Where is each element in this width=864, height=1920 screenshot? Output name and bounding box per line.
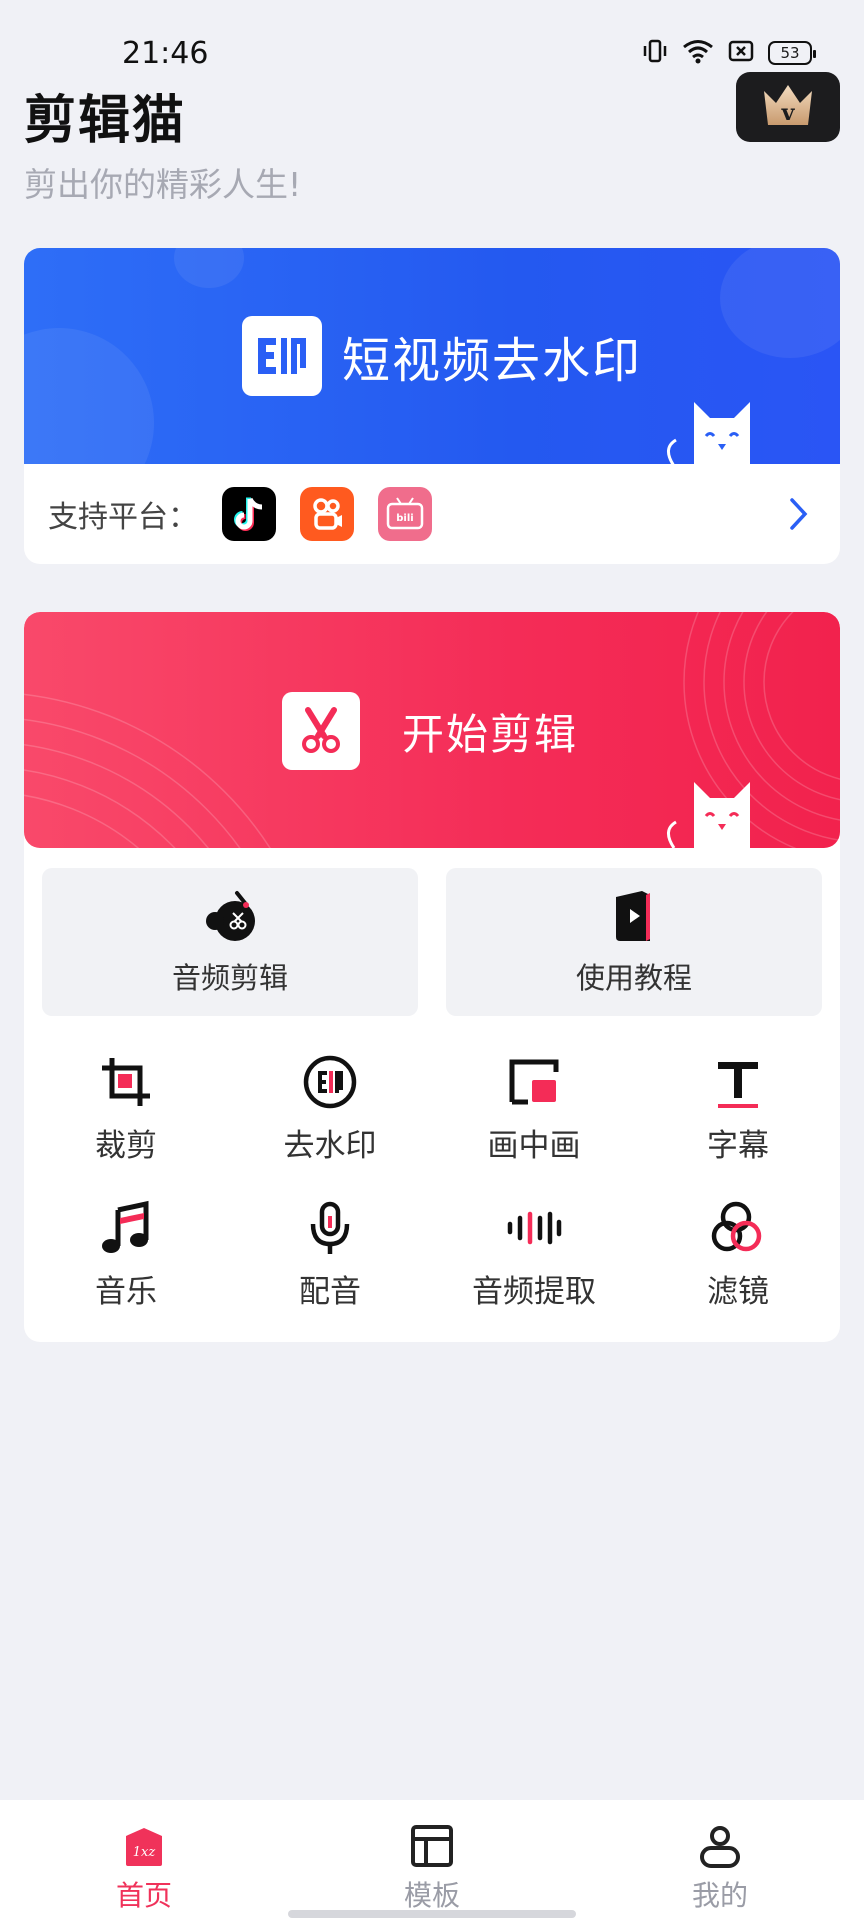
tool-label: 画中画 xyxy=(487,1128,581,1164)
nav-item-home[interactable]: 1xz 首页 xyxy=(0,1800,288,1920)
nav-label: 模板 xyxy=(403,1879,460,1912)
svg-text:v: v xyxy=(781,100,796,126)
tool-crop[interactable]: 裁剪 xyxy=(24,1052,228,1174)
cat-mascot-icon xyxy=(654,396,764,464)
tool-audio-extract[interactable]: 音频提取 xyxy=(432,1198,636,1320)
tutorial-tile[interactable]: 使用教程 xyxy=(446,868,822,1016)
watermark-removal-card[interactable]: 短视频去水印 支持平台： bili xyxy=(24,248,840,564)
svg-text:bili: bili xyxy=(396,513,413,524)
tutorial-book-icon xyxy=(610,887,658,949)
kuaishou-icon xyxy=(300,487,354,541)
home-icon: 1xz xyxy=(120,1824,168,1872)
tool-label: 音频提取 xyxy=(472,1274,596,1310)
tool-voiceover[interactable]: 配音 xyxy=(228,1198,432,1320)
vibrate-icon xyxy=(642,38,668,68)
nav-item-template[interactable]: 模板 xyxy=(288,1800,576,1920)
microphone-icon xyxy=(300,1198,360,1258)
home-indicator xyxy=(288,1910,576,1918)
nav-label: 首页 xyxy=(115,1879,172,1912)
edit-card: 开始剪辑 音频剪辑 使用教程 裁剪 去水印 画中画 字幕 音乐 配音 音频提取 … xyxy=(24,612,840,1342)
cat-mascot-icon xyxy=(654,776,764,848)
svg-text:1xz: 1xz xyxy=(133,1845,156,1860)
tool-subtitle[interactable]: 字幕 xyxy=(636,1052,840,1174)
tool-label: 裁剪 xyxy=(95,1128,157,1164)
supported-platforms-label: 支持平台： xyxy=(48,500,198,535)
audio-edit-tile[interactable]: 音频剪辑 xyxy=(42,868,418,1016)
music-note-icon xyxy=(96,1198,156,1258)
no-sim-icon xyxy=(728,39,754,67)
supported-platforms-row[interactable]: 支持平台： bili xyxy=(24,464,840,564)
app-subtitle: 剪出你的精彩人生! xyxy=(24,165,302,204)
nav-item-profile[interactable]: 我的 xyxy=(576,1800,864,1920)
watermark-banner[interactable]: 短视频去水印 xyxy=(24,248,840,464)
start-edit-banner[interactable]: 开始剪辑 xyxy=(24,612,840,848)
audio-cut-icon xyxy=(201,887,259,949)
bottom-nav: 1xz 首页 模板 我的 xyxy=(0,1800,864,1920)
douyin-icon xyxy=(222,487,276,541)
audio-edit-label: 音频剪辑 xyxy=(171,961,288,995)
wifi-icon xyxy=(682,38,714,68)
battery-icon: 53 xyxy=(768,41,816,65)
chevron-right-icon[interactable] xyxy=(786,496,810,536)
app-title: 剪辑猫 xyxy=(24,91,187,151)
tool-picture-in-picture[interactable]: 画中画 xyxy=(432,1052,636,1174)
audio-wave-icon xyxy=(504,1198,564,1258)
template-icon xyxy=(408,1824,456,1872)
tool-label: 配音 xyxy=(299,1274,361,1310)
crop-icon xyxy=(96,1052,156,1112)
watermark-remove-icon xyxy=(300,1052,360,1112)
watermark-banner-title: 短视频去水印 xyxy=(342,333,643,389)
tool-label: 去水印 xyxy=(283,1128,377,1164)
tutorial-label: 使用教程 xyxy=(575,961,692,995)
vip-button[interactable]: v xyxy=(736,72,840,142)
status-icons: 53 xyxy=(642,38,816,68)
bilibili-icon: bili xyxy=(378,487,432,541)
start-edit-title: 开始剪辑 xyxy=(402,709,579,759)
tool-music[interactable]: 音乐 xyxy=(24,1198,228,1320)
subtitle-icon xyxy=(708,1052,768,1112)
nav-label: 我的 xyxy=(691,1879,748,1912)
vip-crown-icon: v xyxy=(760,81,816,133)
filter-icon xyxy=(708,1198,768,1258)
tool-grid: 裁剪 去水印 画中画 字幕 音乐 配音 音频提取 滤镜 xyxy=(24,1052,840,1320)
tool-watermark-remove[interactable]: 去水印 xyxy=(228,1052,432,1174)
tool-label: 字幕 xyxy=(707,1128,769,1164)
tool-filter[interactable]: 滤镜 xyxy=(636,1198,840,1320)
scissors-logo-icon xyxy=(282,692,360,770)
profile-icon xyxy=(696,1824,744,1872)
status-time: 21:46 xyxy=(122,36,209,71)
watermark-logo-icon xyxy=(242,316,322,396)
tool-label: 音乐 xyxy=(95,1274,157,1310)
tool-label: 滤镜 xyxy=(707,1274,769,1310)
picture-in-picture-icon xyxy=(504,1052,564,1112)
